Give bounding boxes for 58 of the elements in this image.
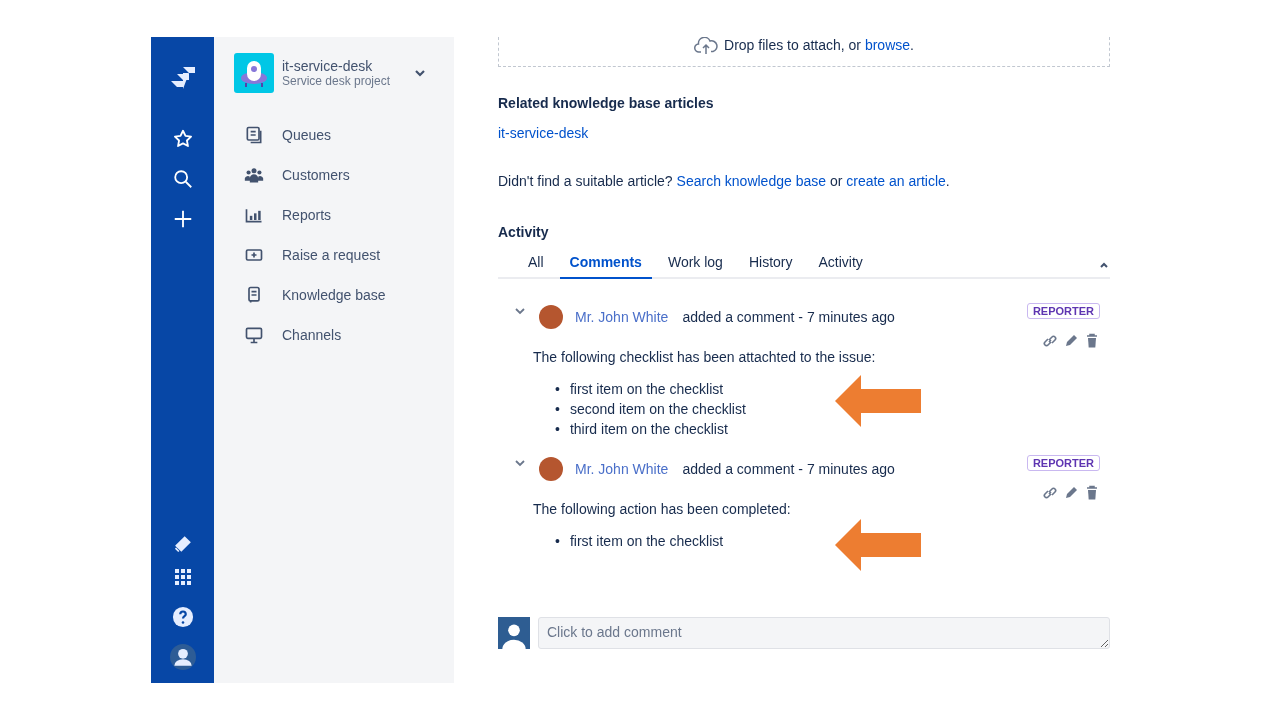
monitor-icon (244, 325, 264, 345)
bullet: • (555, 400, 560, 419)
link-icon[interactable] (1042, 485, 1058, 501)
checklist-item: first item on the checklist (569, 532, 724, 551)
people-icon (244, 165, 264, 185)
section-heading: Related knowledge base articles (498, 95, 715, 111)
project-type: Service desk project (282, 74, 392, 88)
checklist-item: second item on the checklist (569, 400, 746, 419)
section-heading: Activity (498, 224, 550, 240)
document-icon (244, 125, 264, 145)
pencil-icon[interactable] (1063, 485, 1079, 501)
trash-icon[interactable] (1084, 485, 1100, 501)
comment-meta: added a comment - 7 minutes ago (682, 461, 896, 477)
arrow-left-icon (835, 519, 921, 571)
sidebar-item[interactable]: Knowledge base (234, 275, 434, 315)
activity-tab[interactable]: History (738, 254, 803, 279)
chevron-down-icon[interactable] (514, 457, 526, 469)
sidebar-item[interactable]: Reports (234, 195, 434, 235)
file-drop-zone[interactable]: Drop files to attach, or browse. (498, 37, 1110, 67)
trash-icon[interactable] (1084, 333, 1100, 349)
drop-files-text: Drop files to attach, or browse. (724, 37, 914, 53)
user-avatar-icon[interactable] (168, 643, 197, 671)
cloud-upload-icon (694, 37, 719, 55)
suggestion-text: Didn't find a suitable article? Search knowledge base or create an article. (498, 173, 951, 189)
avatar-placeholder (539, 305, 563, 329)
link[interactable]: browse (864, 37, 911, 53)
link-icon[interactable] (1042, 333, 1058, 349)
sidebar-item[interactable]: Queues (234, 115, 434, 155)
user-avatar (498, 617, 530, 649)
checklist-item: first item on the checklist (569, 380, 724, 399)
role-badge: REPORTER (1026, 455, 1100, 471)
sidebar-item[interactable]: Raise a request (234, 235, 434, 275)
project-name: it-service-desk (282, 58, 374, 74)
activity-tab[interactable]: Activity (808, 254, 873, 279)
bullet: • (555, 532, 560, 551)
project-avatar-icon (234, 53, 274, 93)
comment-input-field[interactable]: Click to add comment (538, 617, 1110, 649)
activity-tab[interactable]: All (518, 254, 554, 279)
author-link[interactable]: Mr. John White (575, 309, 669, 325)
comment-text: The following checklist has been attachted to the issue: (533, 349, 877, 365)
sidebar-item[interactable]: Customers (234, 155, 434, 195)
arrow-left-icon (835, 375, 921, 427)
sidebar-item[interactable]: Channels (234, 315, 434, 355)
comment-text: The following action has been completed: (533, 501, 792, 517)
link[interactable]: create an article (846, 173, 946, 189)
pencil-icon[interactable] (1063, 333, 1079, 349)
bullet: • (555, 380, 560, 399)
author-link[interactable]: Mr. John White (575, 461, 669, 477)
link[interactable]: Search knowledge base (676, 173, 826, 189)
bullet: • (555, 420, 560, 439)
checklist-item: third item on the checklist (569, 420, 728, 439)
role-badge: REPORTER (1026, 303, 1100, 319)
activity-tab[interactable]: Work log (657, 254, 733, 279)
article-link[interactable]: it-service-desk (498, 125, 589, 141)
comment-meta: added a comment - 7 minutes ago (682, 309, 896, 325)
activity-tab[interactable]: Comments (559, 254, 652, 279)
chevron-down-icon[interactable] (514, 305, 526, 317)
avatar-placeholder (539, 457, 563, 481)
